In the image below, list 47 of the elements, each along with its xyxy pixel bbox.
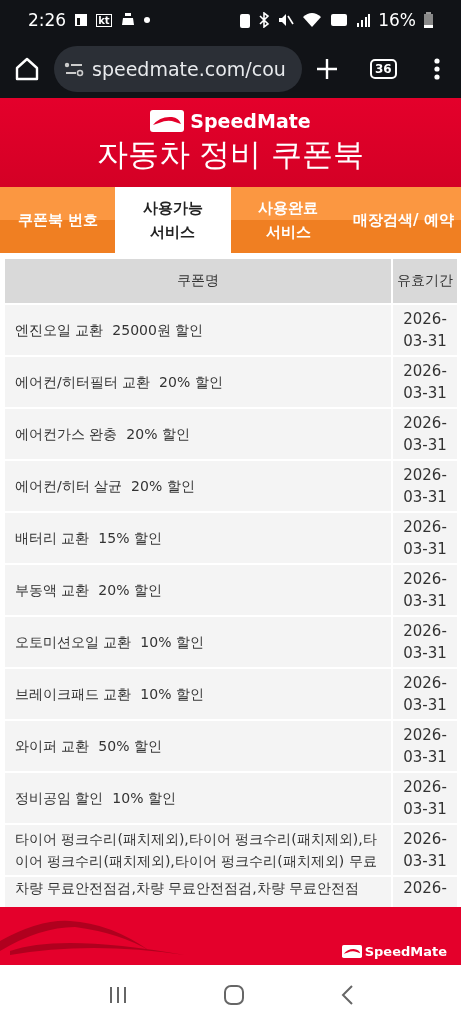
menu-icon[interactable] <box>432 57 441 81</box>
signal-icon <box>356 13 371 27</box>
mute-icon <box>278 12 295 28</box>
battery-icon <box>424 12 433 28</box>
expiry-date: 2026-03-31 <box>393 773 457 823</box>
coupon-name: 엔진오일 교환 25000원 할인 <box>5 305 391 355</box>
dot-icon <box>143 17 150 23</box>
recent-apps-icon[interactable] <box>107 985 128 1004</box>
bluetooth-icon <box>258 12 271 28</box>
expiry-date: 2026-03-31 <box>393 409 457 459</box>
coupon-name: 타이어 펑크수리(패치제외),타이어 펑크수리(패치제외),타이어 펑크수리(패치제외),타이어 펑크수리(패치제외) 무료 <box>5 825 391 875</box>
coupon-name: 에어컨가스 완충 20% 할인 <box>5 409 391 459</box>
coupon-name: 오토미션오일 교환 10% 할인 <box>5 617 391 667</box>
coupon-name: 에어컨/히터 살균 20% 할인 <box>5 461 391 511</box>
expiry-date: 2026- <box>393 877 457 907</box>
expiry-date: 2026-03-31 <box>393 513 457 563</box>
new-tab-icon[interactable] <box>316 58 338 80</box>
back-icon[interactable] <box>339 983 354 1006</box>
car-logo-icon <box>341 945 362 958</box>
carrier-icon: kt <box>96 13 112 27</box>
coupon-name: 에어컨/히터필터 교환 20% 할인 <box>5 357 391 407</box>
brand-name: SpeedMate <box>190 109 311 132</box>
brand-name: SpeedMate <box>364 944 447 959</box>
coupon-name: 배터리 교환 15% 할인 <box>5 513 391 563</box>
page-title: 자동차 정비 쿠폰북 <box>96 134 365 174</box>
clock: 2:26 <box>28 10 67 30</box>
car-logo-icon <box>150 109 185 132</box>
battery-level: 16% <box>378 10 416 30</box>
wifi-icon <box>302 12 323 28</box>
expiry-date: 2026-03-31 <box>393 305 457 355</box>
coupon-name: 정비공임 할인 10% 할인 <box>5 773 391 823</box>
expiry-date: 2026-03-31 <box>393 461 457 511</box>
coupon-name: 부동액 교환 20% 할인 <box>5 565 391 615</box>
expiry-date: 2026-03-31 <box>393 617 457 667</box>
coupon-name: 와이퍼 교환 50% 할인 <box>5 721 391 771</box>
expiry-date: 2026-03-31 <box>393 825 457 875</box>
expiry-date: 2026-03-31 <box>393 721 457 771</box>
coupon-name: 차량 무료안전점검,차량 무료안전점검,차량 무료안전점 <box>5 877 391 907</box>
expiry-date: 2026-03-31 <box>393 357 457 407</box>
address-bar[interactable]: speedmate.com/cou <box>54 46 302 92</box>
tab-count[interactable]: 36 <box>370 59 397 79</box>
expiry-date: 2026-03-31 <box>393 669 457 719</box>
coupon-name: 브레이크패드 교환 10% 할인 <box>5 669 391 719</box>
site-settings-icon[interactable] <box>64 61 84 77</box>
expiry-date: 2026-03-31 <box>393 565 457 615</box>
column-header: 쿠폰명 <box>5 259 391 303</box>
column-header: 유효기간 <box>393 259 457 303</box>
